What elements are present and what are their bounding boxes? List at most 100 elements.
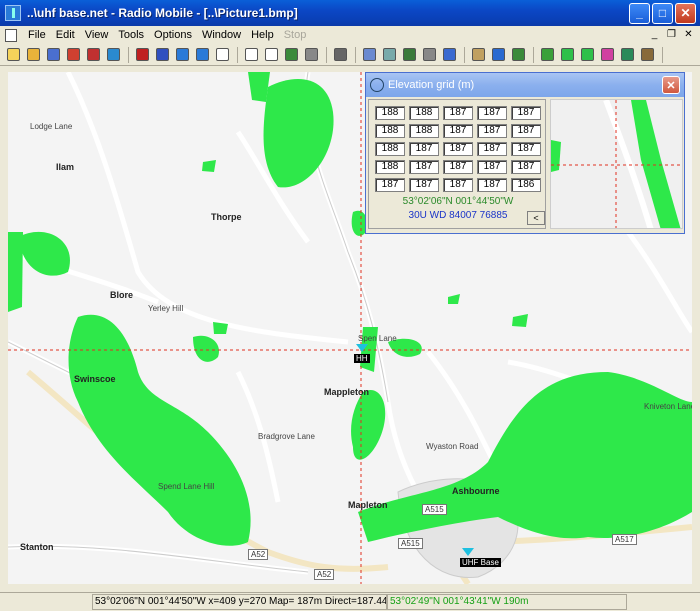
menu-view[interactable]: View — [80, 29, 114, 41]
coverage-icon[interactable] — [558, 46, 576, 64]
title-bar: ..\uhf base.net - Radio Mobile - [..\Pic… — [0, 0, 700, 26]
status-site-info: 53°02'49"N 001°43'41"W 190m — [387, 594, 627, 610]
elevation-cell: 187 — [511, 124, 541, 138]
elevation-cell: 188 — [375, 124, 405, 138]
back-icon[interactable] — [173, 46, 191, 64]
route-number: A515 — [422, 504, 447, 515]
road-label: Spend Lane Hill — [158, 482, 215, 491]
globe-icon[interactable] — [104, 46, 122, 64]
elevation-cell: 188 — [375, 106, 405, 120]
place-label: Thorpe — [211, 212, 242, 222]
menu-edit[interactable]: Edit — [51, 29, 80, 41]
road-label: Spen Lane — [358, 334, 397, 343]
network-icon[interactable] — [133, 46, 151, 64]
elevation-cell: 187 — [477, 142, 507, 156]
road-label: Yerley Hill — [148, 304, 184, 313]
road-label: Kniveton Lane — [644, 402, 692, 411]
picture-icon[interactable] — [213, 46, 231, 64]
grid-latlon: 53°02'06"N 001°44'50"W — [402, 196, 514, 207]
person-icon[interactable] — [469, 46, 487, 64]
elevation-cell: 188 — [409, 124, 439, 138]
mdi-minimize-button[interactable]: _ — [647, 28, 662, 42]
tile-icon[interactable] — [302, 46, 320, 64]
radio-link-icon[interactable] — [538, 46, 556, 64]
route-number: A517 — [612, 534, 637, 545]
star-icon[interactable] — [598, 46, 616, 64]
elevation-cell: 187 — [443, 124, 473, 138]
mdi-close-button[interactable]: ✕ — [681, 28, 696, 42]
elevation-cell: 187 — [477, 160, 507, 174]
place-label: Mapleton — [348, 500, 388, 510]
maximize-button[interactable]: □ — [652, 2, 673, 24]
elevation-grid-titlebar[interactable]: Elevation grid (m) ✕ — [366, 73, 684, 97]
merge-icon[interactable] — [282, 46, 300, 64]
focus-icon[interactable] — [489, 46, 507, 64]
menu-options[interactable]: Options — [149, 29, 197, 41]
status-cursor-info: 53°02'06"N 001°44'50"W x=409 y=270 Map= … — [92, 594, 387, 610]
close-button[interactable]: ✕ — [675, 2, 696, 24]
window-title: ..\uhf base.net - Radio Mobile - [..\Pic… — [27, 6, 298, 20]
place-label: Stanton — [20, 542, 54, 552]
menu-help[interactable]: Help — [246, 29, 279, 41]
route-number: A515 — [398, 538, 423, 549]
menu-file[interactable]: File — [23, 29, 51, 41]
road-label: Bradgrove Lane — [258, 432, 315, 441]
place-label: Swinscoe — [74, 374, 116, 384]
book-icon[interactable] — [638, 46, 656, 64]
antenna-icon[interactable] — [509, 46, 527, 64]
forward-icon[interactable] — [193, 46, 211, 64]
antenna-icon[interactable] — [462, 548, 474, 556]
document-icon[interactable] — [5, 28, 17, 42]
elevation-grid-window[interactable]: Elevation grid (m) ✕ 188 188 187 187 187 188 1… — [365, 72, 685, 234]
scissors-icon[interactable] — [84, 46, 102, 64]
grid-previous-button[interactable]: < — [527, 211, 545, 225]
polar-icon[interactable] — [578, 46, 596, 64]
elevation-cell: 187 — [477, 124, 507, 138]
menu-tools[interactable]: Tools — [113, 29, 149, 41]
window-icon[interactable] — [440, 46, 458, 64]
picture-new-icon[interactable] — [242, 46, 260, 64]
mdi-restore-button[interactable]: ❐ — [664, 28, 679, 42]
new-icon[interactable] — [4, 46, 22, 64]
menu-window[interactable]: Window — [197, 29, 246, 41]
road-label: Lodge Lane — [30, 122, 73, 131]
elevation-cell: 187 — [375, 178, 405, 192]
save-icon[interactable] — [44, 46, 62, 64]
elevation-cell: 188 — [409, 106, 439, 120]
place-label: Ilam — [56, 162, 75, 172]
elevation-cell: 187 — [511, 160, 541, 174]
combine-icon[interactable] — [380, 46, 398, 64]
settings-icon[interactable] — [420, 46, 438, 64]
elevation-cell: 187 — [443, 142, 473, 156]
place-label: Ashbourne — [452, 486, 500, 496]
elevation-cell: 188 — [375, 160, 405, 174]
elevation-cell: 187 — [477, 106, 507, 120]
video-icon[interactable] — [618, 46, 636, 64]
antenna-icon[interactable] — [356, 344, 368, 352]
copy-icon[interactable] — [262, 46, 280, 64]
clipboard-icon[interactable] — [360, 46, 378, 64]
place-label: Mappleton — [324, 387, 369, 397]
route-number: A52 — [248, 549, 269, 560]
elevation-grid-close-button[interactable]: ✕ — [662, 76, 680, 94]
globe-icon — [370, 78, 384, 92]
properties-icon[interactable] — [153, 46, 171, 64]
toolbar-separator — [128, 46, 129, 63]
elevation-cell: 187 — [511, 106, 541, 120]
site-label[interactable]: HH — [354, 354, 370, 363]
toolbar-separator — [533, 46, 534, 63]
elevation-cell: 187 — [443, 106, 473, 120]
route-number: A52 — [314, 569, 335, 580]
minimize-button[interactable]: _ — [629, 2, 650, 24]
map-icon[interactable] — [400, 46, 418, 64]
delete-icon[interactable] — [64, 46, 82, 64]
elevation-cell: 187 — [443, 178, 473, 192]
print-icon[interactable] — [331, 46, 349, 64]
open-icon[interactable] — [24, 46, 42, 64]
site-label[interactable]: UHF Base — [460, 558, 501, 567]
app-icon[interactable] — [5, 5, 21, 21]
status-bar: 53°02'06"N 001°44'50"W x=409 y=270 Map= … — [0, 592, 700, 611]
toolbar-separator — [326, 46, 327, 63]
toolbar-separator — [237, 46, 238, 63]
elevation-cell: 187 — [511, 142, 541, 156]
